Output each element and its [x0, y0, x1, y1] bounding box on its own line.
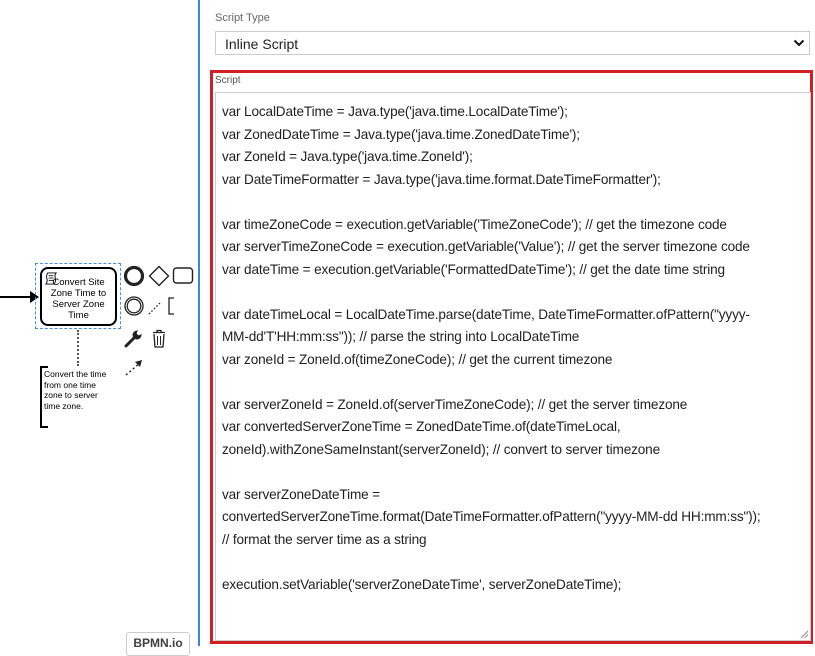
annotation-text: Convert the time from one time zone to s…	[44, 369, 107, 411]
task-icon[interactable]	[172, 265, 194, 287]
trash-icon[interactable]	[148, 328, 170, 350]
text-annotation-icon[interactable]	[148, 295, 188, 317]
script-textarea[interactable]: var LocalDateTime = Java.type('java.time…	[215, 92, 811, 641]
script-type-value: Inline Script	[225, 36, 299, 52]
chevron-down-icon	[793, 39, 805, 47]
bpmn-canvas[interactable]: Convert Site Zone Time to Server Zone Ti…	[0, 0, 198, 656]
script-content: var LocalDateTime = Java.type('java.time…	[222, 104, 761, 592]
task-label: Convert Site Zone Time to Server Zone Ti…	[50, 277, 107, 321]
intermediate-event-icon[interactable]	[123, 295, 145, 317]
resize-handle-icon[interactable]	[800, 630, 809, 639]
script-task[interactable]: Convert Site Zone Time to Server Zone Ti…	[40, 267, 117, 326]
association-line[interactable]	[77, 330, 79, 366]
properties-panel: Script Type Inline Script Script var Loc…	[200, 0, 815, 646]
wrench-icon[interactable]	[123, 328, 145, 350]
end-event-icon[interactable]	[123, 265, 145, 287]
bpmn-io-watermark[interactable]: BPMN.io	[126, 632, 190, 656]
script-type-label: Script Type	[215, 12, 270, 24]
script-type-select[interactable]: Inline Script	[215, 31, 810, 55]
script-label: Script	[215, 75, 241, 86]
connect-arrow-icon[interactable]	[123, 357, 147, 379]
gateway-icon[interactable]	[148, 265, 170, 287]
